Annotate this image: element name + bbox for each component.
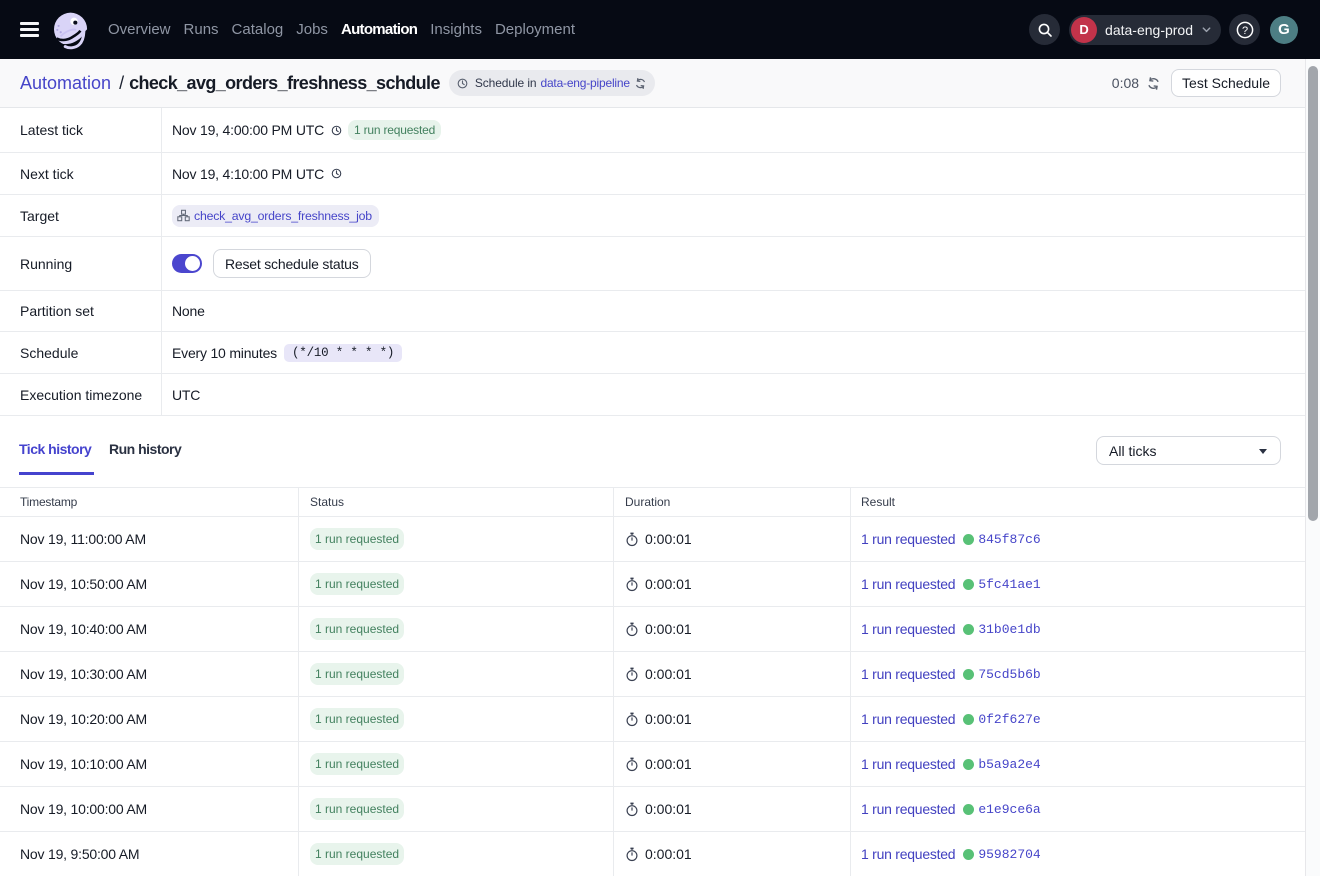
svg-text:?: ? <box>1241 25 1247 37</box>
